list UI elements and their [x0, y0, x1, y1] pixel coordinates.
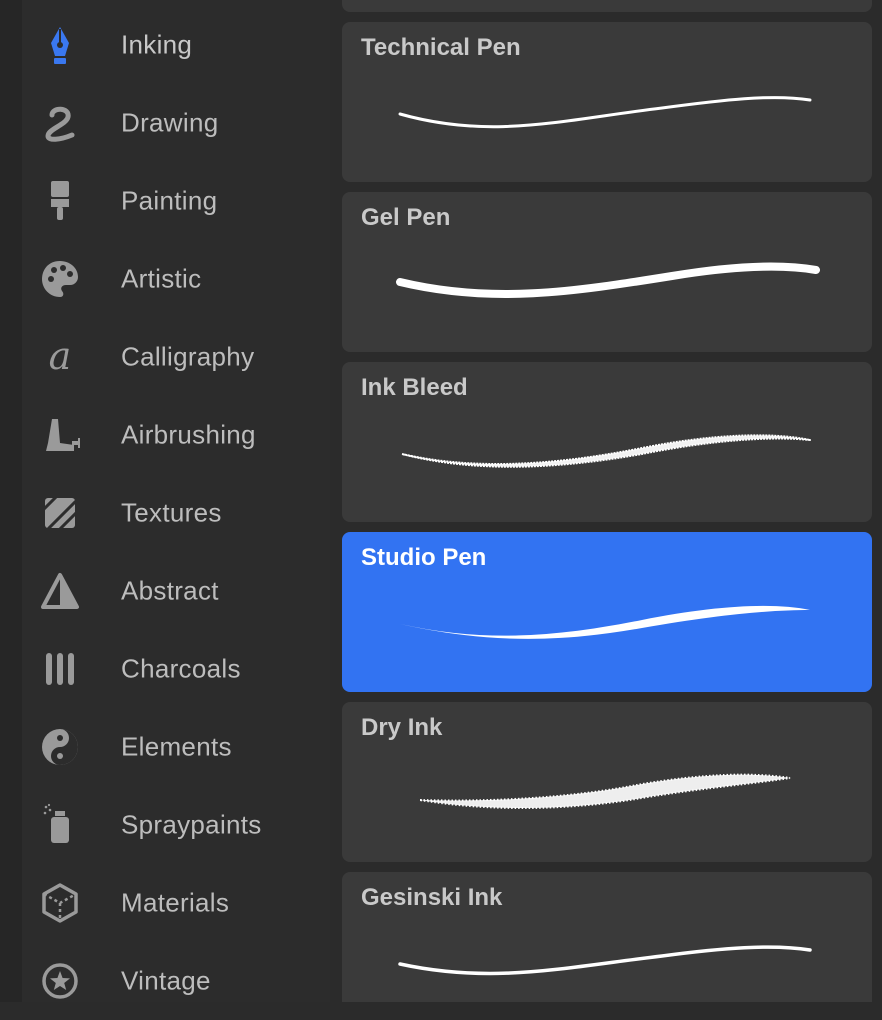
- sidebar-item-label: Charcoals: [121, 653, 241, 684]
- cube-icon: [38, 881, 82, 925]
- brush-stroke-preview: [398, 96, 812, 129]
- sidebar-item-spraypaints[interactable]: Spraypaints: [22, 786, 330, 864]
- yin-yang-icon: [38, 725, 82, 769]
- sidebar-item-materials[interactable]: Materials: [22, 864, 330, 942]
- sidebar-item-label: Artistic: [121, 263, 202, 294]
- sidebar-item-abstract[interactable]: Abstract: [22, 552, 330, 630]
- spray-can-icon: [38, 803, 82, 847]
- charcoal-sticks-icon: [38, 647, 82, 691]
- sidebar-item-drawing[interactable]: Drawing: [22, 84, 330, 162]
- triangle-icon: [38, 569, 82, 613]
- sidebar-item-label: Spraypaints: [121, 809, 262, 840]
- sidebar-item-label: Inking: [121, 29, 193, 60]
- sidebar-item-airbrushing[interactable]: Airbrushing: [22, 396, 330, 474]
- sidebar-item-artistic[interactable]: Artistic: [22, 240, 330, 318]
- sidebar-item-inking[interactable]: Inking: [22, 6, 330, 84]
- sidebar-item-label: Abstract: [121, 575, 219, 606]
- star-circle-icon: [38, 959, 82, 1003]
- brush-card-ink-bleed[interactable]: Ink Bleed: [342, 362, 872, 522]
- sidebar-item-elements[interactable]: Elements: [22, 708, 330, 786]
- brush-category-sidebar: Inking Drawing Painting Artistic a Calli…: [0, 0, 330, 1002]
- brush-list: Technical Pen Gel Pen Ink Bleed Studio P…: [330, 0, 882, 1002]
- sidebar-item-label: Elements: [121, 731, 232, 762]
- brush-stroke-preview: [398, 945, 812, 976]
- sidebar-item-label: Painting: [121, 185, 218, 216]
- airbrush-icon: [38, 413, 82, 457]
- brush-card-partial[interactable]: [342, 0, 872, 12]
- sidebar-item-label: Calligraphy: [121, 341, 255, 372]
- sidebar-item-textures[interactable]: Textures: [22, 474, 330, 552]
- brush-card-dry-ink[interactable]: Dry Ink: [342, 702, 872, 862]
- brush-card-technical-pen[interactable]: Technical Pen: [342, 22, 872, 182]
- sidebar-item-label: Textures: [121, 497, 222, 528]
- sidebar-item-label: Vintage: [121, 965, 211, 996]
- calligraphy-a-icon: a: [38, 335, 82, 379]
- brush-stroke-preview: [419, 773, 791, 810]
- brush-stroke-preview: [400, 605, 810, 639]
- sidebar-item-label: Materials: [121, 887, 230, 918]
- sidebar-edge: [0, 0, 22, 1002]
- pen-nib-icon: [38, 23, 82, 67]
- brush-card-gel-pen[interactable]: Gel Pen: [342, 192, 872, 352]
- svg-text:a: a: [49, 335, 72, 378]
- brush-stroke-preview: [401, 434, 811, 468]
- hatched-square-icon: [38, 491, 82, 535]
- sidebar-item-label: Airbrushing: [121, 419, 256, 450]
- paintbrush-icon: [38, 179, 82, 223]
- brush-card-gesinski-ink[interactable]: Gesinski Ink: [342, 872, 872, 1002]
- sidebar-item-label: Drawing: [121, 107, 219, 138]
- sidebar-item-vintage[interactable]: Vintage: [22, 942, 330, 1020]
- palette-icon: [38, 257, 82, 301]
- brush-card-studio-pen[interactable]: Studio Pen: [342, 532, 872, 692]
- sidebar-item-charcoals[interactable]: Charcoals: [22, 630, 330, 708]
- squiggle-icon: [38, 101, 82, 145]
- sidebar-item-calligraphy[interactable]: a Calligraphy: [22, 318, 330, 396]
- brush-stroke-preview: [396, 262, 820, 298]
- sidebar-item-painting[interactable]: Painting: [22, 162, 330, 240]
